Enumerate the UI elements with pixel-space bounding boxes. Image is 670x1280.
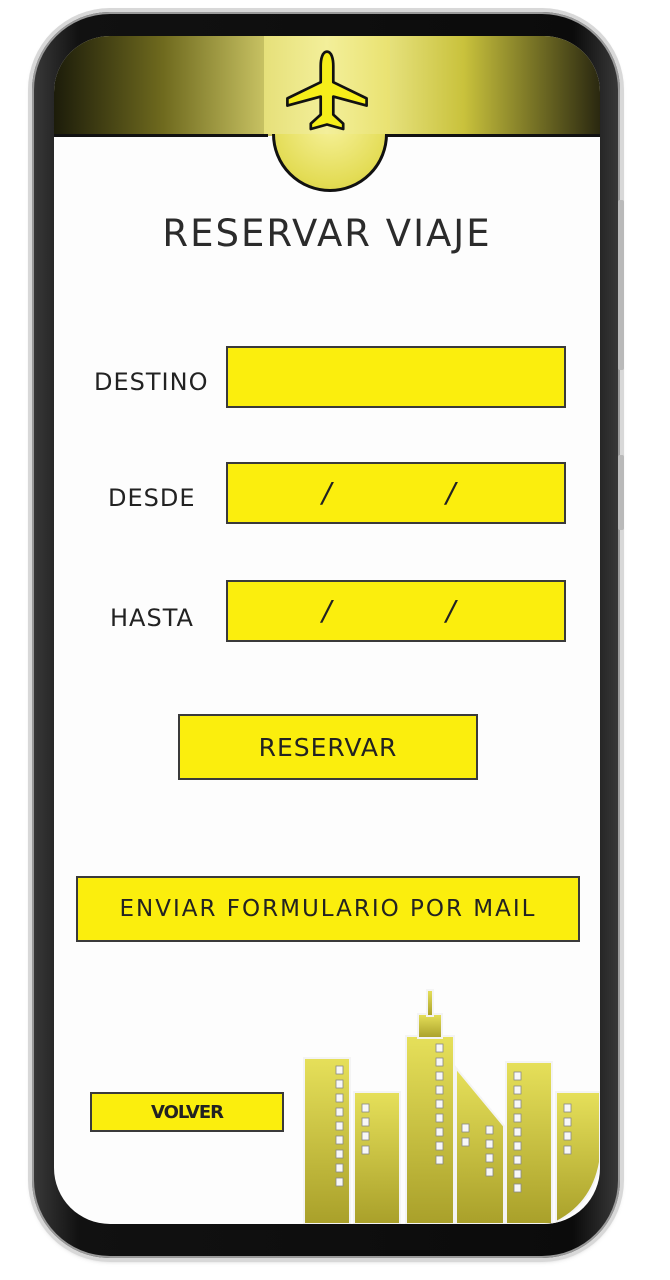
header-divider: [54, 134, 268, 137]
header-divider: [386, 134, 600, 137]
app-screen: RESERVAR VIAJE DESTINO DESDE / / HASTA /…: [54, 36, 600, 1224]
volver-button-label: VOLVER: [151, 1101, 224, 1123]
destino-input[interactable]: [226, 346, 566, 408]
date-separator: /: [322, 594, 332, 627]
date-separator: /: [322, 476, 332, 509]
reservar-button[interactable]: RESERVAR: [178, 714, 478, 780]
desde-label: DESDE: [108, 484, 196, 512]
page-title: RESERVAR VIAJE: [162, 212, 492, 255]
desde-date-input[interactable]: / /: [226, 462, 566, 524]
phone-side-button: [618, 455, 624, 530]
reservar-button-label: RESERVAR: [258, 732, 398, 762]
hasta-date-input[interactable]: / /: [226, 580, 566, 642]
volver-button[interactable]: VOLVER: [90, 1092, 284, 1132]
phone-side-button: [618, 200, 624, 370]
city-buildings-icon: [303, 989, 600, 1224]
destino-label: DESTINO: [94, 368, 209, 396]
date-separator: /: [446, 476, 456, 509]
date-separator: /: [446, 594, 456, 627]
send-email-button-label: ENVIAR FORMULARIO POR MAIL: [119, 896, 537, 922]
airplane-icon: [286, 50, 368, 131]
send-email-button[interactable]: ENVIAR FORMULARIO POR MAIL: [76, 876, 580, 942]
hasta-label: HASTA: [110, 604, 194, 632]
